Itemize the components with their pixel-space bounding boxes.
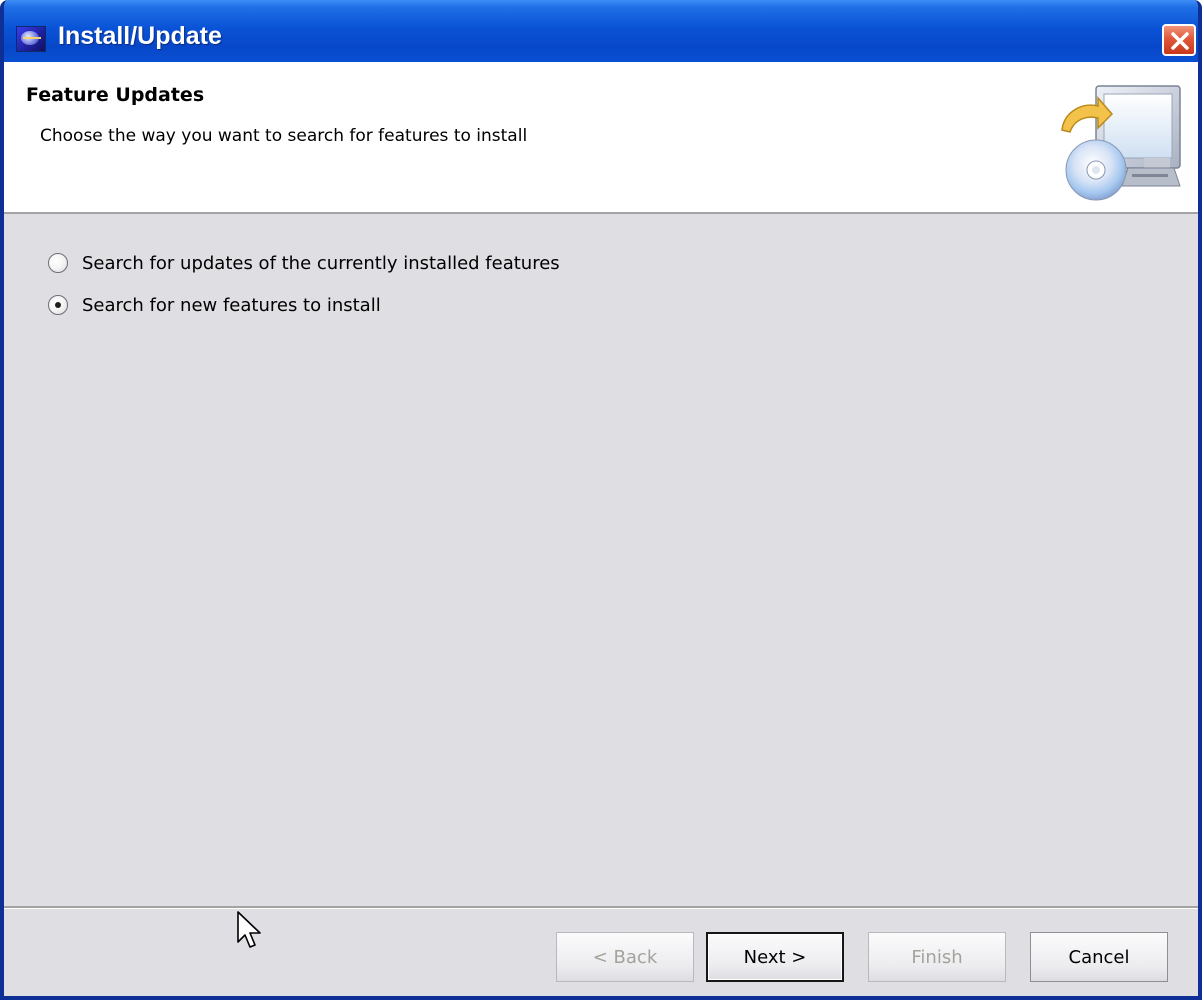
footer-separator	[4, 906, 1198, 909]
window-title: Install/Update	[58, 22, 222, 50]
next-button[interactable]: Next >	[706, 932, 844, 982]
cancel-button[interactable]: Cancel	[1030, 932, 1168, 982]
install-wizard-computer-cd-icon	[1061, 85, 1181, 201]
eclipse-app-icon	[16, 26, 46, 52]
option-search-new-features[interactable]: Search for new features to install	[48, 292, 381, 318]
install-update-dialog: Install/Update Feature Updates Choose th…	[0, 0, 1202, 1000]
back-button[interactable]: < Back	[556, 932, 694, 982]
mouse-cursor-icon	[237, 911, 261, 948]
radio-button[interactable]	[48, 253, 68, 273]
title-bar[interactable]: Install/Update	[4, 0, 1198, 62]
close-button[interactable]	[1162, 24, 1196, 56]
page-title: Feature Updates	[26, 84, 205, 106]
page-description: Choose the way you want to search for fe…	[40, 126, 528, 146]
option-search-updates[interactable]: Search for updates of the currently inst…	[48, 250, 560, 276]
close-icon	[1171, 32, 1189, 50]
finish-button[interactable]: Finish	[868, 932, 1006, 982]
radio-button-selected[interactable]	[48, 295, 68, 315]
option-label: Search for new features to install	[82, 294, 381, 316]
wizard-header: Feature Updates Choose the way you want …	[4, 62, 1198, 214]
option-label: Search for updates of the currently inst…	[82, 252, 560, 274]
